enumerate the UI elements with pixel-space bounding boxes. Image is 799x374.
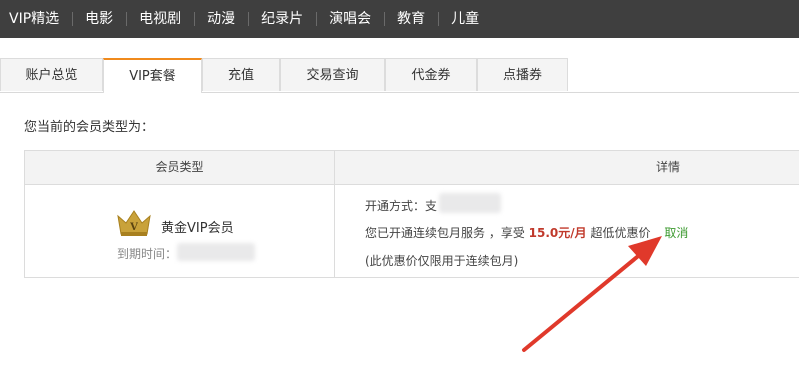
nav-item-education[interactable]: 教育 <box>384 0 438 38</box>
expiry-label: 到期时间： <box>117 247 178 261</box>
nav-item-documentary[interactable]: 纪录片 <box>248 0 316 38</box>
open-method: 开通方式：支 <box>365 199 438 213</box>
tab-vouchers[interactable]: 代金券 <box>385 58 477 91</box>
table-header-row: 会员类型 详情 <box>25 151 799 185</box>
crown-icon: V <box>117 210 151 236</box>
header-details: 详情 <box>655 160 680 174</box>
service-prefix: 您已开通连续包月服务 ，享受 <box>365 226 525 240</box>
membership-table: 会员类型 详情 V 黄金VIP会员 到期时间： 开通方式：支 您已开通连续包月服… <box>24 150 799 278</box>
nav-item-tv[interactable]: 电视剧 <box>126 0 194 38</box>
tab-account-overview[interactable]: 账户总览 <box>0 58 103 91</box>
discount-note: (此优惠价仅限用于连续包月) <box>365 254 519 268</box>
nav-item-vip[interactable]: VIP精选 <box>0 0 72 38</box>
column-divider <box>334 151 335 278</box>
nav-item-kids[interactable]: 儿童 <box>438 0 492 38</box>
member-type-intro: 您当前的会员类型为： <box>24 120 155 135</box>
svg-text:V: V <box>129 222 138 233</box>
tab-ppv-coupons[interactable]: 点播券 <box>477 58 568 91</box>
nav-item-movies[interactable]: 电影 <box>72 0 126 38</box>
member-type-name: 黄金VIP会员 <box>161 221 234 236</box>
tab-transactions[interactable]: 交易查询 <box>280 58 385 91</box>
account-tabs: 账户总览 VIP套餐 充值 交易查询 代金券 点播券 <box>0 58 799 93</box>
header-member-type: 会员类型 <box>155 160 204 174</box>
tab-vip-package[interactable]: VIP套餐 <box>103 58 202 93</box>
redacted-payment-method <box>439 193 501 213</box>
redacted-expiry-date <box>177 243 255 261</box>
top-nav: VIP精选 电影 电视剧 动漫 纪录片 演唱会 教育 儿童 <box>0 0 799 38</box>
tab-recharge[interactable]: 充值 <box>202 58 280 91</box>
nav-item-concert[interactable]: 演唱会 <box>316 0 384 38</box>
nav-item-anime[interactable]: 动漫 <box>194 0 248 38</box>
red-arrow-annotation <box>522 236 662 352</box>
